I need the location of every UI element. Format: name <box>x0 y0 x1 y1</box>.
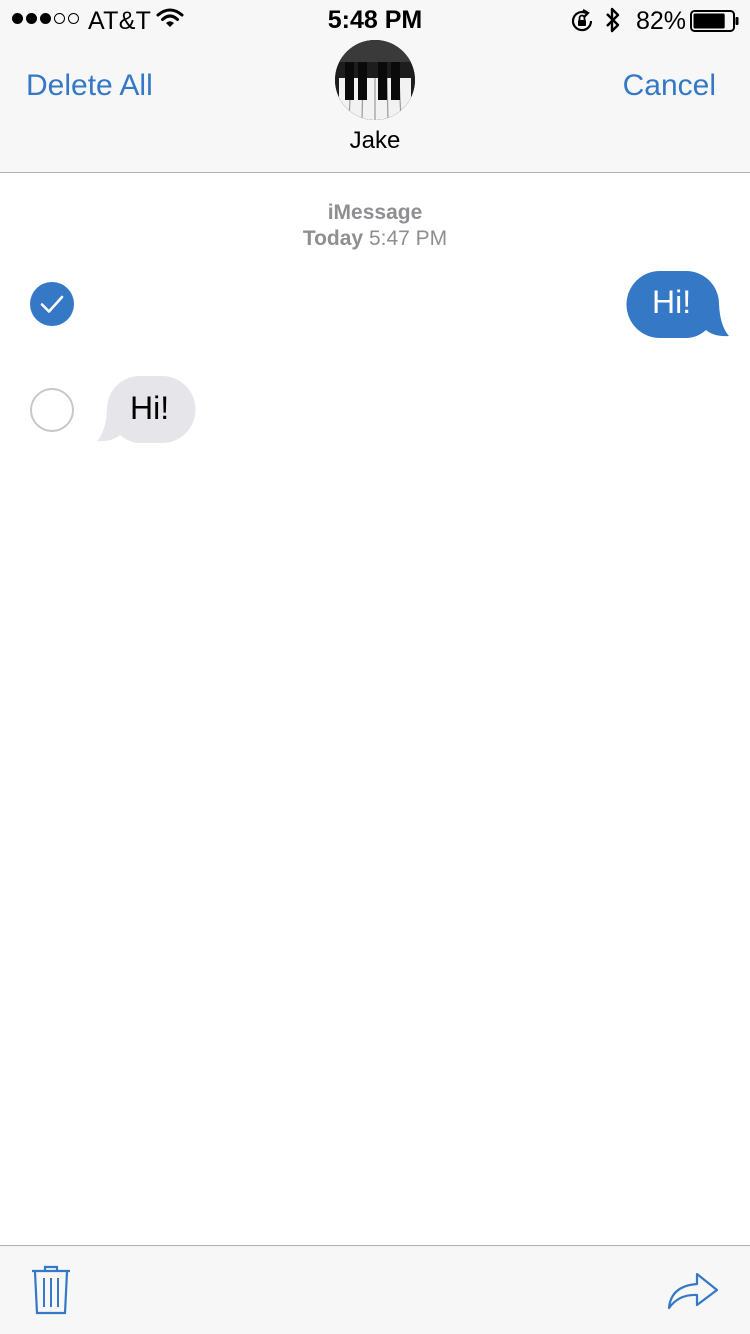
message-text: Hi! <box>652 284 692 320</box>
battery-percent: 82% <box>636 7 687 35</box>
message-select-checkbox-checked[interactable] <box>30 282 74 326</box>
message-select-checkbox-unchecked[interactable] <box>30 388 74 432</box>
bluetooth-icon <box>606 7 620 33</box>
status-bar: AT&T 5:48 PM 82% <box>0 0 750 40</box>
incoming-message-bubble[interactable]: Hi! <box>96 375 198 450</box>
cancel-button[interactable]: Cancel <box>623 69 716 103</box>
contact-avatar[interactable] <box>335 40 415 120</box>
contact-name[interactable]: Jake <box>0 127 750 155</box>
trash-icon[interactable] <box>31 1265 71 1315</box>
edit-toolbar <box>0 1245 750 1334</box>
outgoing-message-bubble[interactable]: Hi! <box>626 270 730 345</box>
checkmark-icon <box>40 295 64 313</box>
rotation-lock-icon <box>571 9 593 32</box>
share-forward-icon[interactable] <box>667 1270 719 1310</box>
service-label: iMessage <box>327 201 423 224</box>
date-label: Today <box>302 227 364 250</box>
conversation-header: Delete All Jake Cancel <box>0 40 750 173</box>
message-text: Hi! <box>130 390 170 426</box>
piano-keys-avatar <box>335 40 415 120</box>
battery-icon <box>690 10 739 32</box>
time-label: 5:47 PM <box>368 227 448 250</box>
conversation-timestamp: iMessage Today 5:47 PM <box>0 200 750 252</box>
delete-all-button[interactable]: Delete All <box>26 69 153 103</box>
